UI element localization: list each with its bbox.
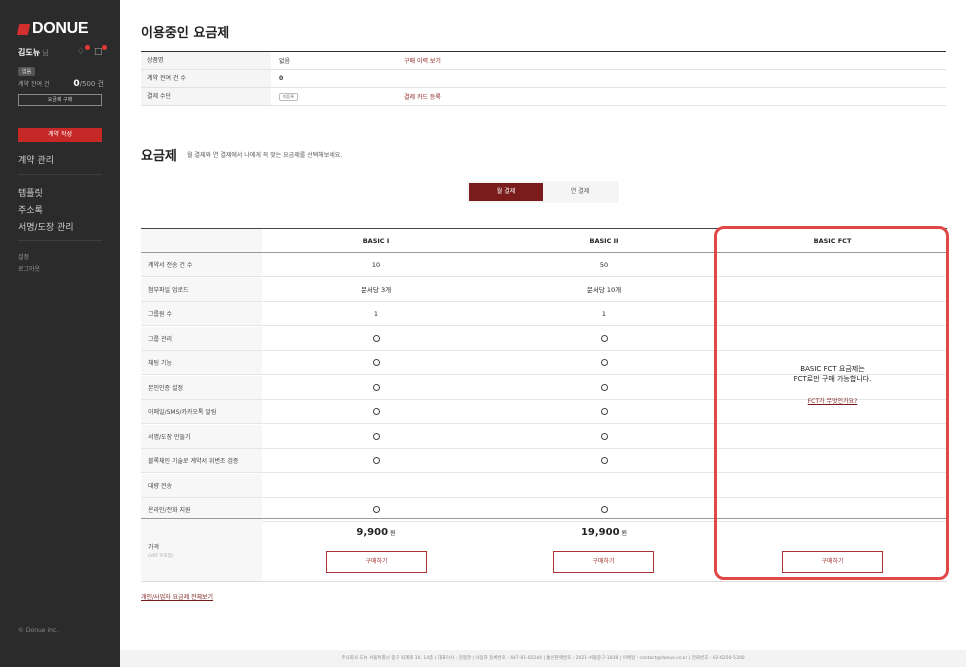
plan-badge: 없음 <box>18 67 36 76</box>
copyright: © Donue Inc. <box>18 627 59 634</box>
sidebar-item-signature[interactable]: 서명/도장 관리 <box>18 220 74 233</box>
feature-label: 그룹원 수 <box>141 302 262 325</box>
register-card-link[interactable]: 결제 카드 등록 <box>404 92 441 101</box>
info-row-product: 상품명 없음 구매 이력 보기 <box>141 52 946 70</box>
sidebar-item-logout[interactable]: 로그아웃 <box>18 264 40 273</box>
sidebar-item-templates[interactable]: 템플릿 <box>18 186 43 199</box>
footer: 주식회사 도뉴 서울특별시 중구 퇴계로 10, 14층 | 대표이사 : 김형… <box>120 650 966 667</box>
write-contract-button[interactable]: 계약 작성 <box>18 128 102 142</box>
chat-icon[interactable]: □ <box>94 45 107 57</box>
payment-status-badge: 미등록 <box>279 92 299 101</box>
included-icon <box>490 327 718 350</box>
price-basic-2: 19,900 원 <box>580 527 628 538</box>
billing-toggle: 월 결제 연 결제 <box>467 181 619 203</box>
feature-label: 채팅 기능 <box>141 351 262 374</box>
user-name: 김도뉴 님 <box>18 48 49 57</box>
info-row-remaining: 계약 전여 건 수 0 <box>141 70 946 88</box>
sidebar-item-addressbook[interactable]: 주소록 <box>18 203 43 216</box>
included-icon <box>262 351 490 374</box>
included-icon <box>262 376 490 399</box>
feature-value: 10 <box>371 260 381 269</box>
tab-yearly[interactable]: 연 결제 <box>543 183 617 201</box>
main-content: 이용중인 요금제 상품명 없음 구매 이력 보기 계약 전여 건 수 0 결제 … <box>120 0 966 667</box>
all-plans-link[interactable]: 개인/사업자 요금제 전체보기 <box>141 592 213 601</box>
feature-value: 1 <box>601 309 607 318</box>
logo[interactable]: DONUE <box>16 20 89 38</box>
feature-value: 50 <box>599 260 609 269</box>
feature-label: 블록체인 기술로 계약서 위변조 검증 <box>141 449 262 472</box>
buy-basic-2-button[interactable]: 구매하기 <box>553 551 654 573</box>
plans-subtitle: 월 결제와 연 결제에서 나에게 꼭 맞는 요금제를 선택해보세요. <box>187 152 343 159</box>
header-basic-1: BASIC I <box>362 236 390 245</box>
price-basic-1: 9,900 원 <box>356 527 396 538</box>
included-icon <box>262 449 490 472</box>
feature-label: 계약서 전송 건 수 <box>141 253 262 276</box>
feature-label: 본인인증 설정 <box>141 375 262 399</box>
sidebar: DONUE 김도뉴 님 ♢ □ 없음 계약 잔여 건 0/500 건 요금제 구매… <box>0 0 120 667</box>
logo-text: DONUE <box>32 20 89 37</box>
tab-monthly[interactable]: 월 결제 <box>469 183 543 201</box>
included-icon <box>262 400 490 423</box>
feature-value <box>490 474 718 497</box>
info-row-payment: 결제 수단 미등록 결제 카드 등록 <box>141 88 946 106</box>
feature-label: 서명/도장 만들기 <box>141 424 262 448</box>
included-icon <box>490 449 718 472</box>
feature-value: 문서당 10개 <box>586 286 622 294</box>
feature-value: 문서당 3개 <box>360 286 392 294</box>
feature-label: 그룹 관리 <box>141 326 262 350</box>
purchase-history-link[interactable]: 구매 이력 보기 <box>404 56 441 65</box>
included-icon <box>490 376 718 399</box>
bell-icon[interactable]: ♢ <box>77 45 90 57</box>
sidebar-item-settings[interactable]: 설정 <box>18 252 29 261</box>
buy-basic-1-button[interactable]: 구매하기 <box>326 551 427 573</box>
feature-value: 1 <box>373 309 379 318</box>
logo-mark-icon <box>16 23 31 35</box>
contract-remaining: 계약 잔여 건 0/500 건 <box>18 79 104 89</box>
plans-title: 요금제 <box>141 149 177 164</box>
sidebar-item-contracts[interactable]: 계약 관리 <box>18 153 54 166</box>
fct-highlight-frame <box>714 226 949 580</box>
buy-plan-button[interactable]: 요금제 구매 <box>18 94 102 106</box>
included-icon <box>262 327 490 350</box>
feature-value <box>262 474 490 497</box>
included-icon <box>490 425 718 448</box>
feature-label: 이메일/SMS/카카오톡 알림 <box>141 400 262 423</box>
feature-label: 대량 전송 <box>141 473 262 497</box>
included-icon <box>262 425 490 448</box>
current-plan-info: 상품명 없음 구매 이력 보기 계약 전여 건 수 0 결제 수단 미등록 결제… <box>141 51 946 106</box>
included-icon <box>490 351 718 374</box>
header-basic-2: BASIC II <box>589 236 619 245</box>
page-title: 이용중인 요금제 <box>141 26 230 41</box>
user-row: 김도뉴 님 ♢ □ <box>18 45 107 58</box>
feature-label: 첨부파일 업로드 <box>141 277 262 301</box>
included-icon <box>490 400 718 423</box>
